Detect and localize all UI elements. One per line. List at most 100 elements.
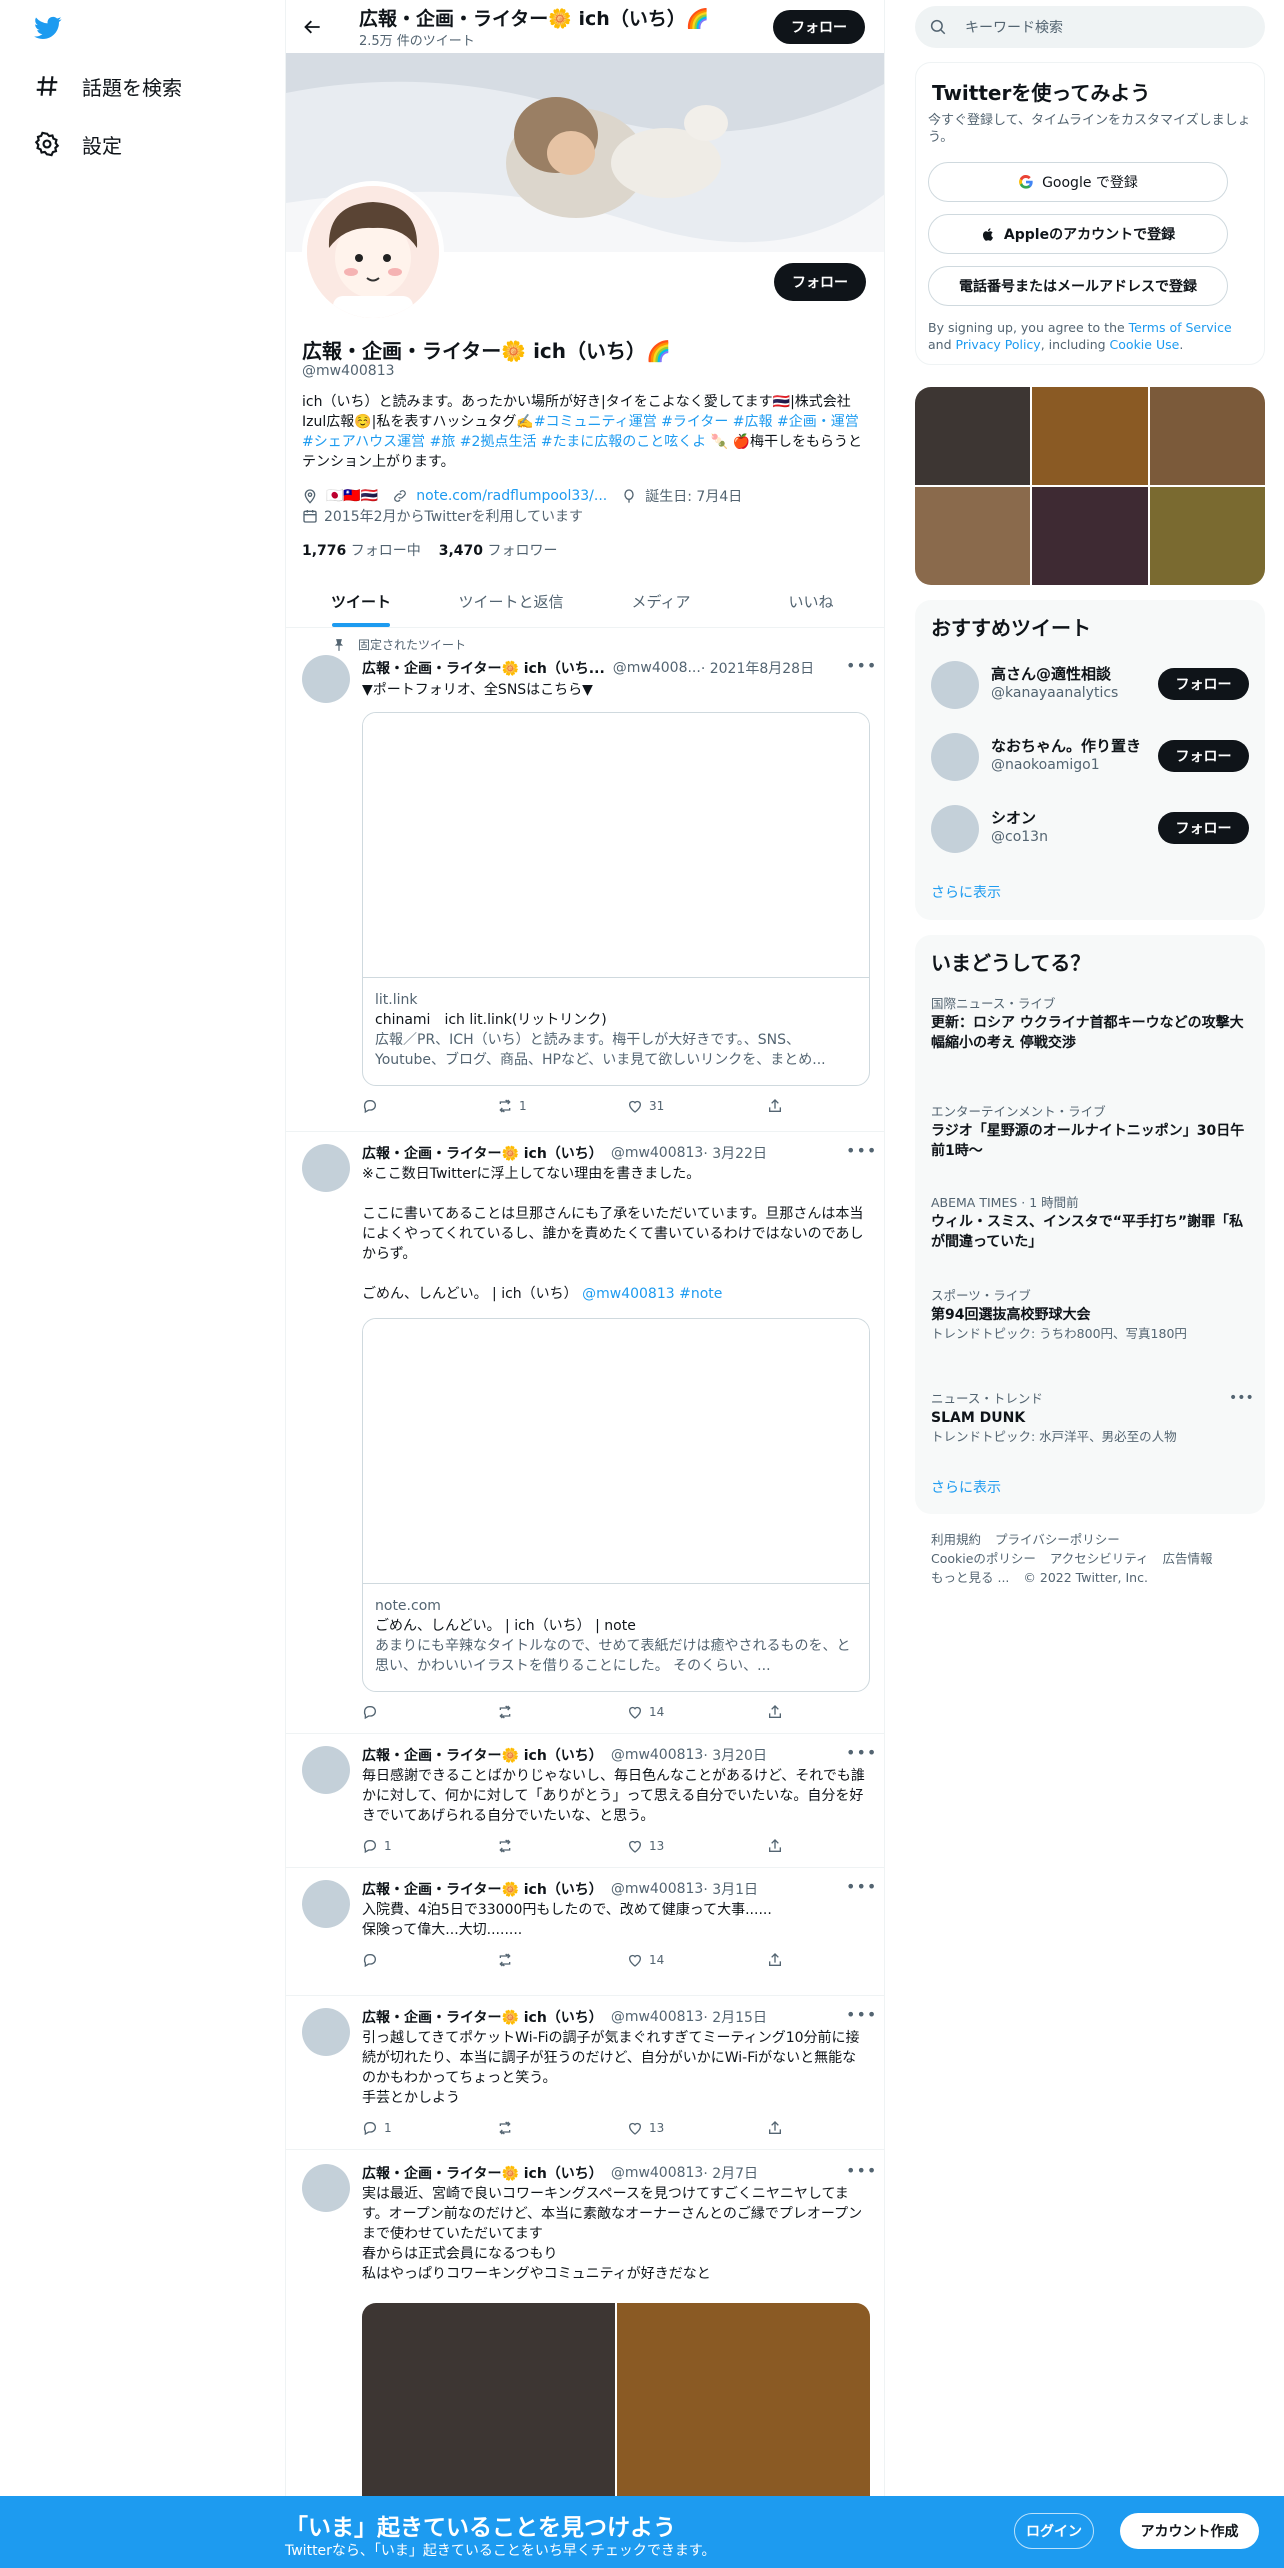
more-options-icon[interactable]: •••	[846, 656, 877, 675]
footer-link[interactable]: 広告情報	[1163, 1551, 1213, 1566]
footer-link[interactable]: 利用規約	[931, 1532, 981, 1547]
phone-email-signup-button[interactable]: 電話番号またはメールアドレスで登録	[928, 266, 1228, 306]
tab-tweets-and-replies[interactable]: ツイートと返信	[436, 575, 586, 627]
tweet-date[interactable]: · 2021年8月28日	[701, 658, 814, 678]
tweet-author-name[interactable]: 広報・企画・ライター🌼 ich（いち）	[362, 2163, 603, 2183]
retweet-button[interactable]	[497, 2120, 519, 2136]
apple-signup-button[interactable]: Appleのアカウントで登録	[928, 214, 1228, 254]
recommended-user-name[interactable]: シオン	[991, 807, 1141, 828]
recommended-show-more[interactable]: さらに表示	[931, 882, 1001, 902]
link-card[interactable]: lit.link chinami ich lit.link(リットリンク) 広報…	[362, 712, 870, 1086]
tweet-avatar[interactable]	[302, 2008, 350, 2056]
tab-media[interactable]: メディア	[586, 575, 736, 627]
tweet-author-name[interactable]: 広報・企画・ライター🌼 ich（いち）	[362, 2007, 603, 2027]
recommended-user-handle[interactable]: @naokoamigo1	[991, 757, 1100, 773]
tweet-avatar[interactable]	[302, 1746, 350, 1794]
footer-link[interactable]: プライバシーポリシー	[995, 1532, 1120, 1547]
tweet[interactable]: 広報・企画・ライター🌼 ich（いち... @mw4008... · 2021年…	[286, 628, 884, 1132]
more-options-icon[interactable]: •••	[846, 1877, 877, 1896]
like-button[interactable]: 14	[627, 1704, 664, 1720]
follow-button[interactable]: フォロー	[1158, 812, 1249, 844]
media-tile[interactable]	[915, 387, 1031, 485]
trend-item[interactable]: スポーツ・ライブ 第94回選抜高校野球大会 トレンドトピック: うちわ800円、…	[931, 1287, 1251, 1342]
media-tile[interactable]	[915, 487, 1031, 585]
more-options-icon[interactable]: •••	[846, 1141, 877, 1160]
tweet-author-name[interactable]: 広報・企画・ライター🌼 ich（いち）	[362, 1879, 603, 1899]
trend-item[interactable]: ABEMA TIMES · 1 時間前 ウィル・スミス、インスタで“平手打ち”謝…	[931, 1194, 1251, 1252]
media-tile[interactable]	[1032, 387, 1148, 485]
retweet-button[interactable]	[497, 1838, 519, 1854]
tweet-author-name[interactable]: 広報・企画・ライター🌼 ich（いち）	[362, 1745, 603, 1765]
tweet-avatar[interactable]	[302, 2164, 350, 2212]
search-box[interactable]: キーワード検索	[915, 6, 1265, 48]
tweet-author-name[interactable]: 広報・企画・ライター🌼 ich（いち）	[362, 1143, 603, 1163]
share-button[interactable]	[767, 2120, 783, 2136]
tweet-date[interactable]: · 3月20日	[703, 1745, 767, 1765]
media-tile[interactable]	[1149, 487, 1265, 585]
reply-button[interactable]: 1	[362, 2120, 392, 2136]
tweet-date[interactable]: · 2月15日	[703, 2007, 767, 2027]
reply-button[interactable]	[362, 1952, 384, 1968]
tweet-author-name[interactable]: 広報・企画・ライター🌼 ich（いち...	[362, 658, 605, 678]
trends-show-more[interactable]: さらに表示	[931, 1477, 1001, 1497]
tweet-avatar[interactable]	[302, 1880, 350, 1928]
reply-button[interactable]	[362, 1704, 384, 1720]
reply-button[interactable]	[362, 1098, 384, 1114]
header-follow-button[interactable]: フォロー	[773, 10, 865, 44]
tweet-text-link[interactable]: @mw400813 #note	[582, 1286, 722, 1302]
tweet-date[interactable]: · 2月7日	[703, 2163, 758, 2183]
follow-button[interactable]: フォロー	[1158, 740, 1249, 772]
login-button[interactable]: ログイン	[1014, 2513, 1094, 2549]
like-button[interactable]: 14	[627, 1952, 664, 1968]
tweet-author-handle[interactable]: @mw400813	[611, 1881, 704, 1897]
following-link[interactable]: 1,776 フォロー中	[302, 540, 421, 560]
tweet-author-handle[interactable]: @mw400813	[611, 1747, 704, 1763]
tweet-avatar[interactable]	[302, 655, 350, 703]
footer-link[interactable]: アクセシビリティ	[1050, 1551, 1149, 1566]
nav-explore[interactable]: 話題を検索	[34, 66, 182, 106]
recommended-user[interactable]: 高さん@適性相談 @kanayaanalytics フォロー	[931, 655, 1249, 715]
retweet-button[interactable]: 1	[497, 1098, 527, 1114]
more-options-icon[interactable]: •••	[846, 2161, 877, 2180]
like-button[interactable]: 31	[627, 1098, 664, 1114]
cookie-link[interactable]: Cookie Use	[1110, 337, 1180, 352]
tweet-date[interactable]: · 3月1日	[703, 1879, 758, 1899]
like-button[interactable]: 13	[627, 1838, 664, 1854]
reply-button[interactable]: 1	[362, 1838, 392, 1854]
more-options-icon[interactable]: •••	[846, 2005, 877, 2024]
tweet-author-handle[interactable]: @mw4008...	[613, 660, 701, 676]
google-signup-button[interactable]: Google で登録	[928, 162, 1228, 202]
share-button[interactable]	[767, 1838, 783, 1854]
profile-avatar[interactable]	[302, 181, 444, 323]
terms-link[interactable]: Terms of Service	[1129, 320, 1232, 335]
back-button[interactable]	[298, 12, 328, 42]
tweet-avatar[interactable]	[302, 1144, 350, 1192]
share-button[interactable]	[767, 1098, 783, 1114]
tweet[interactable]: 広報・企画・ライター🌼 ich（いち） @mw400813 · 3月1日 •••…	[286, 1868, 884, 1996]
share-button[interactable]	[767, 1704, 783, 1720]
tweet[interactable]: 広報・企画・ライター🌼 ich（いち） @mw400813 · 2月15日 ••…	[286, 1996, 884, 2150]
tab-tweets[interactable]: ツイート	[286, 575, 436, 627]
search-input[interactable]: キーワード検索	[965, 17, 1063, 37]
tweet-date[interactable]: · 3月22日	[703, 1143, 767, 1163]
tweet-author-handle[interactable]: @mw400813	[611, 2165, 704, 2181]
follow-button[interactable]: フォロー	[1158, 668, 1249, 700]
media-tile[interactable]	[1032, 487, 1148, 585]
profile-url[interactable]: note.com/radflumpool33/...	[416, 488, 607, 504]
recommended-user-handle[interactable]: @kanayaanalytics	[991, 685, 1118, 701]
tweet-author-handle[interactable]: @mw400813	[611, 2009, 704, 2025]
tweet-author-handle[interactable]: @mw400813	[611, 1145, 704, 1161]
recommended-user-name[interactable]: なおちゃん。作り置き	[991, 735, 1141, 756]
recommended-user-name[interactable]: 高さん@適性相談	[991, 663, 1141, 684]
trend-item[interactable]: エンターテインメント・ライブ ラジオ「星野源のオールナイトニッポン」30日午前1…	[931, 1103, 1251, 1161]
recommended-user-handle[interactable]: @co13n	[991, 829, 1048, 845]
trend-more-icon[interactable]: •••	[1229, 1390, 1254, 1406]
more-options-icon[interactable]: •••	[846, 1743, 877, 1762]
avatar[interactable]	[931, 805, 979, 853]
trend-item[interactable]: 国際ニュース・ライブ 更新：ロシア ウクライナ首都キーウなどの攻撃大幅縮小の考え…	[931, 995, 1251, 1053]
share-button[interactable]	[767, 1952, 783, 1968]
twitter-logo-icon[interactable]	[32, 14, 64, 42]
tweet[interactable]: 広報・企画・ライター🌼 ich（いち） @mw400813 · 3月20日 ••…	[286, 1734, 884, 1868]
footer-link[interactable]: Cookieのポリシー	[931, 1551, 1036, 1566]
retweet-button[interactable]	[497, 1704, 519, 1720]
